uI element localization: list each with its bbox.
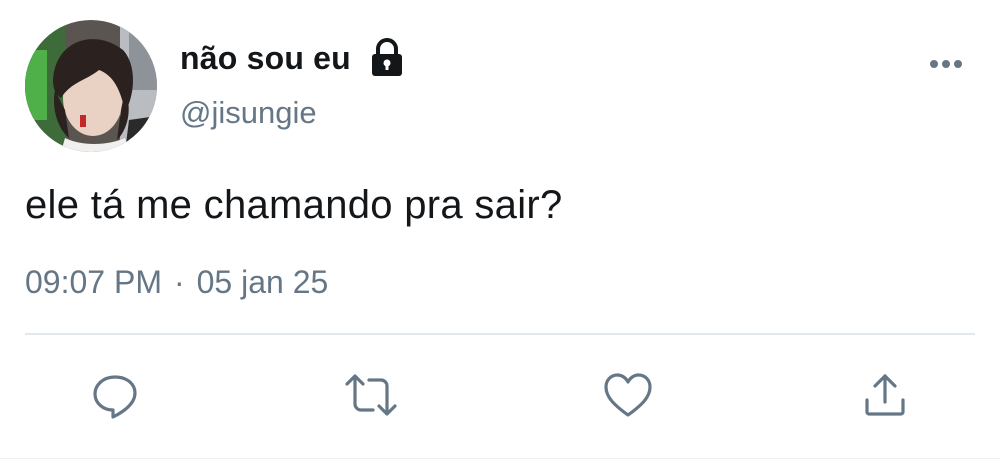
action-bar xyxy=(0,362,1000,428)
reply-icon xyxy=(93,375,137,419)
bottom-divider xyxy=(0,458,1000,459)
retweet-button[interactable] xyxy=(338,362,404,428)
tweet-text: ele tá me chamando pra sair? xyxy=(25,183,563,227)
tweet-date[interactable]: 05 jan 25 xyxy=(197,260,329,304)
tweet-card: não sou eu @jisungie ele tá me chamando … xyxy=(0,0,1000,473)
heart-icon xyxy=(604,373,652,417)
more-options-button[interactable] xyxy=(926,52,966,76)
more-horizontal-icon xyxy=(930,60,962,68)
retweet-icon xyxy=(345,374,397,416)
display-name[interactable]: não sou eu xyxy=(180,36,351,80)
tweet-meta: 09:07 PM · 05 jan 25 xyxy=(25,260,328,304)
divider xyxy=(25,333,975,335)
lock-icon xyxy=(369,38,405,78)
share-button[interactable] xyxy=(852,362,918,428)
meta-separator: · xyxy=(173,264,185,300)
tweet-time[interactable]: 09:07 PM xyxy=(25,260,162,304)
reply-button[interactable] xyxy=(82,362,148,428)
display-name-row: não sou eu xyxy=(180,36,405,80)
like-button[interactable] xyxy=(595,362,661,428)
share-icon xyxy=(865,374,905,416)
avatar[interactable] xyxy=(25,20,157,152)
user-handle[interactable]: @jisungie xyxy=(180,92,317,134)
